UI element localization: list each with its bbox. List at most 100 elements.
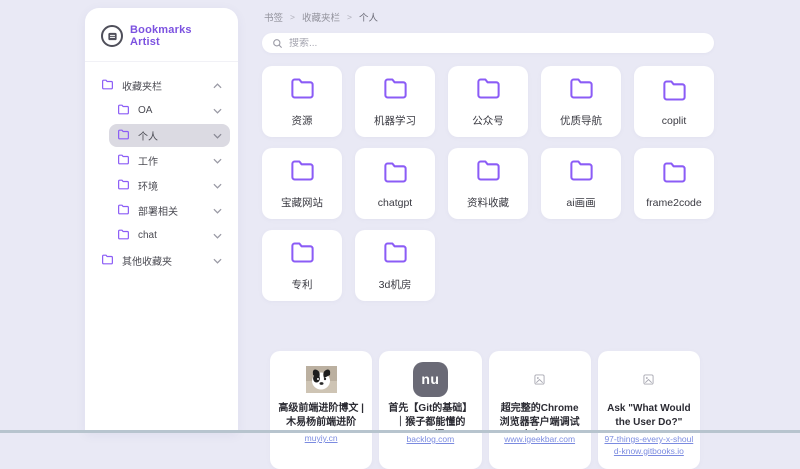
sidebar-item-label: 环境 [138,178,158,193]
breadcrumb-separator: > [347,12,352,22]
folder-icon [117,153,130,169]
folder-icon [117,178,130,194]
folder-card-official-accounts[interactable]: 公众号 [448,66,528,137]
sidebar-item-label: 部署相关 [138,203,178,218]
folder-card-ai-painting[interactable]: ai画画 [541,148,621,219]
folder-icon [101,78,114,94]
folder-label: 公众号 [472,113,504,128]
sidebar-item-bookmarks-bar[interactable]: 收藏夹栏 [93,74,230,97]
folder-card-treasure-sites[interactable]: 宝藏网站 [262,148,342,219]
sidebar-item-oa[interactable]: OA [109,99,230,122]
folder-label: 3d机房 [379,277,412,292]
bookmark-url-link[interactable]: backlog.com [407,434,455,446]
folder-icon [661,159,688,191]
search-bar [262,33,714,53]
chevron-down-icon[interactable] [213,158,222,164]
dog-photo [306,360,337,398]
folder-icon [475,157,502,189]
folder-card-data-collection[interactable]: 资料收藏 [448,148,528,219]
folder-card-quality-nav[interactable]: 优质导航 [541,66,621,137]
chevron-down-icon[interactable] [213,108,222,114]
chevron-down-icon[interactable] [213,258,222,264]
broken-image-icon [643,360,654,398]
search-input[interactable] [289,38,704,49]
folder-icon [475,75,502,107]
folder-label: 专利 [292,277,313,292]
folder-icon [117,203,130,219]
breadcrumb-separator: > [290,12,295,22]
sidebar-item-label: 其他收藏夹 [122,253,172,268]
folder-label: frame2code [646,197,701,209]
breadcrumb-item-bookmarks-bar[interactable]: 收藏夹栏 [302,10,340,24]
folder-icon [289,75,316,107]
folder-icon [661,77,688,109]
breadcrumb: 书签 > 收藏夹栏 > 个人 [262,10,714,24]
sidebar-item-chat[interactable]: chat [109,224,230,247]
bookmark-url-link[interactable]: 97-things-every-x-should-know.gitbooks.i… [604,434,694,458]
folder-label: 优质导航 [560,113,602,128]
bookmark-card-backlog-git[interactable]: nu 首先【Git的基础】｜猴子都能懂的GIT入门|.. backlog.com [379,351,481,469]
folder-card-resources[interactable]: 资源 [262,66,342,137]
folder-label: chatgpt [378,197,412,209]
breadcrumb-item-bookmarks[interactable]: 书签 [264,10,283,24]
sidebar-item-personal[interactable]: 个人 [109,124,230,147]
bookmark-title: Ask "What Would the User Do?" (You Are..… [604,402,694,430]
bookmark-url-link[interactable]: www.igeekbar.com [504,434,575,446]
folder-label: 机器学习 [374,113,416,128]
bookmark-title: 超完整的Chrome浏览器客户端调试大全 | ... [495,402,585,430]
folder-icon [101,253,114,269]
chevron-down-icon[interactable] [213,208,222,214]
chevron-down-icon[interactable] [213,133,222,139]
sidebar-item-label: 工作 [138,153,158,168]
sidebar-item-label: 收藏夹栏 [122,78,162,93]
sidebar-item-other-bookmarks[interactable]: 其他收藏夹 [93,249,230,272]
folder-label: 宝藏网站 [281,195,323,210]
nu-logo-text: nu [413,362,448,397]
bookmark-card-muyiy[interactable]: 高级前端进阶博文 | 木易杨前端进阶 muyiy.cn [270,351,372,469]
folder-icon [117,228,130,244]
folder-card-chatgpt[interactable]: chatgpt [355,148,435,219]
bookmark-card-what-would-user-do[interactable]: Ask "What Would the User Do?" (You Are..… [598,351,700,469]
search-icon [272,38,283,49]
sidebar-item-label: 个人 [138,128,158,143]
folder-label: coplit [662,115,687,127]
chevron-up-icon[interactable] [213,83,222,89]
folder-icon [382,159,409,191]
folder-label: 资源 [292,113,313,128]
bookmark-title: 首先【Git的基础】｜猴子都能懂的GIT入门|.. [385,402,475,430]
app-title: Bookmarks Artist [130,24,224,48]
sidebar-item-label: OA [138,105,152,116]
bookmark-logo-icon [101,25,123,47]
folder-card-machine-learning[interactable]: 机器学习 [355,66,435,137]
folder-icon [568,157,595,189]
folder-icon [117,128,130,144]
sidebar-item-work[interactable]: 工作 [109,149,230,172]
folder-icon [289,157,316,189]
folder-card-frame2code[interactable]: frame2code [634,148,714,219]
folder-icon [382,239,409,271]
main-content: 书签 > 收藏夹栏 > 个人 资源 机器学习 公众号 优质导航 coplit [262,10,714,469]
bookmark-card-chrome-debug[interactable]: 超完整的Chrome浏览器客户端调试大全 | ... www.igeekbar.… [489,351,591,469]
sidebar-item-environment[interactable]: 环境 [109,174,230,197]
app-logo: Bookmarks Artist [85,8,238,62]
chevron-down-icon[interactable] [213,233,222,239]
bookmark-url-link[interactable]: muyiy.cn [305,433,338,445]
folder-card-coplit[interactable]: coplit [634,66,714,137]
folder-icon [568,75,595,107]
sidebar-nav: 收藏夹栏 OA 个人 [85,62,238,286]
folder-grid: 资源 机器学习 公众号 优质导航 coplit 宝藏网站 chatgpt 资料 [262,66,714,301]
folder-label: 资料收藏 [467,195,509,210]
bookmark-title: 高级前端进阶博文 | 木易杨前端进阶 [276,402,366,429]
folder-label: ai画画 [566,195,595,210]
folder-card-3d-machine-room[interactable]: 3d机房 [355,230,435,301]
sidebar-item-label: chat [138,230,157,241]
broken-image-icon [534,360,545,398]
folder-icon [117,103,130,119]
folder-card-patents[interactable]: 专利 [262,230,342,301]
sidebar: Bookmarks Artist 收藏夹栏 OA 个人 [85,8,238,433]
sidebar-item-deployment[interactable]: 部署相关 [109,199,230,222]
breadcrumb-item-personal: 个人 [359,10,378,24]
folder-icon [289,239,316,271]
chevron-down-icon[interactable] [213,183,222,189]
bookmark-grid: 高级前端进阶博文 | 木易杨前端进阶 muyiy.cn nu 首先【Git的基础… [270,351,700,469]
